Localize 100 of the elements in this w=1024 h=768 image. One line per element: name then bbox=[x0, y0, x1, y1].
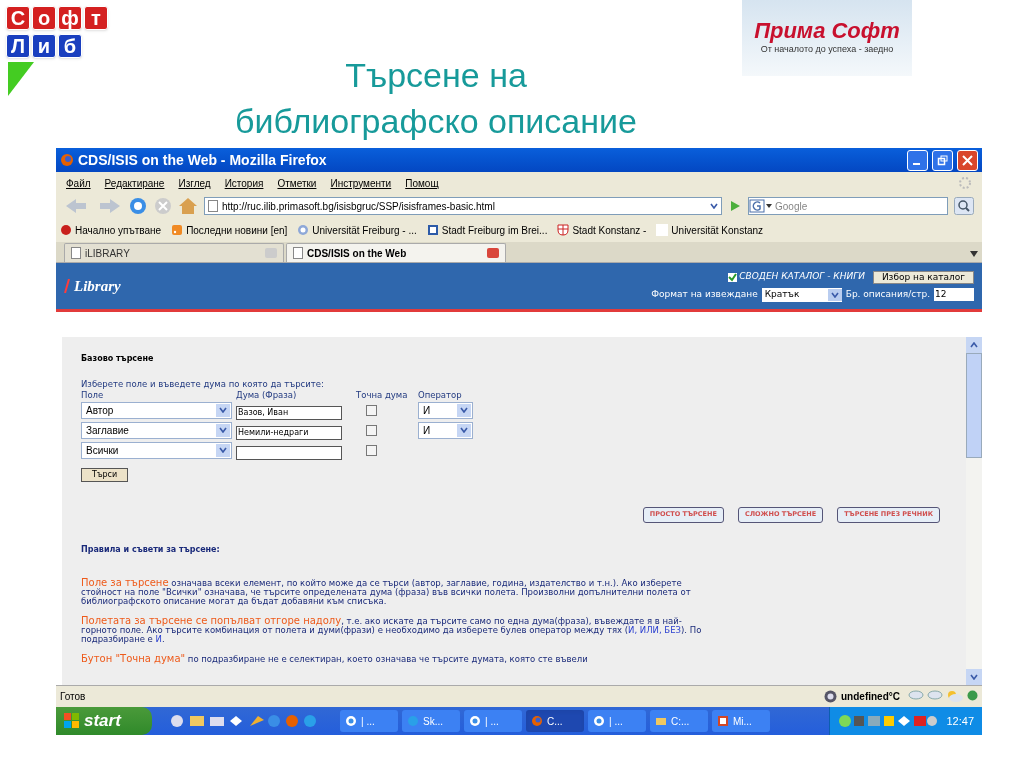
term-field[interactable]: Немили-недраги bbox=[236, 425, 342, 440]
operator-dropdown[interactable]: И bbox=[418, 401, 473, 419]
search-engine-icon[interactable] bbox=[749, 199, 773, 213]
page-icon bbox=[293, 247, 303, 259]
throbber-icon bbox=[958, 176, 972, 190]
cloud-icon bbox=[927, 690, 943, 700]
section-heading: Базово търсене bbox=[81, 353, 155, 365]
taskbar-button[interactable]: Sk... bbox=[402, 710, 460, 732]
restore-button[interactable] bbox=[932, 149, 953, 171]
operator-dropdown[interactable]: И bbox=[418, 421, 473, 439]
field-dropdown[interactable]: Автор bbox=[81, 401, 232, 419]
windows-logo-icon bbox=[64, 713, 80, 729]
rule-paragraph: Бутон "Точна дума" по подразбиране не е селектиран, което означава че търсите думата, която сте въвели bbox=[81, 654, 589, 664]
sun-cloud-icon bbox=[946, 690, 964, 703]
close-button[interactable] bbox=[957, 149, 978, 171]
taskbar-button[interactable]: | ... bbox=[340, 710, 398, 732]
count-field[interactable]: 12 bbox=[934, 288, 974, 302]
chevron-down-icon[interactable] bbox=[219, 447, 227, 453]
chevron-down-icon[interactable] bbox=[970, 674, 978, 680]
menu-item[interactable]: Помощ bbox=[405, 175, 439, 191]
taskbar-button[interactable]: | ... bbox=[464, 710, 522, 732]
firefox-icon bbox=[531, 715, 543, 727]
exact-checkbox[interactable] bbox=[366, 424, 377, 436]
tab-list-icon[interactable] bbox=[970, 251, 978, 257]
chevron-down-icon[interactable] bbox=[460, 427, 468, 433]
scrollbar[interactable] bbox=[966, 337, 982, 685]
menu-item[interactable]: Редактиране bbox=[104, 175, 165, 191]
start-button[interactable]: start bbox=[56, 707, 152, 735]
clock: 12:47 bbox=[946, 713, 974, 729]
page-icon bbox=[208, 200, 218, 212]
taskbar-button[interactable]: | ... bbox=[588, 710, 646, 732]
catalog-checkbox[interactable] bbox=[728, 272, 738, 282]
triangle-icon bbox=[6, 62, 34, 96]
catalog-button[interactable]: Избор на каталог bbox=[872, 270, 974, 284]
field-dropdown[interactable]: Заглавие bbox=[81, 421, 232, 439]
column-header: Поле bbox=[81, 390, 104, 400]
page-icon bbox=[426, 224, 439, 236]
count-label: Бр. описания/стр. bbox=[845, 288, 930, 301]
field-dropdown[interactable]: Всички bbox=[81, 441, 232, 459]
search-box[interactable]: Google bbox=[748, 197, 948, 215]
restore-icon bbox=[937, 154, 948, 166]
chevron-down-icon[interactable] bbox=[219, 427, 227, 433]
menu-item[interactable]: Отметки bbox=[277, 175, 317, 191]
slides-icon bbox=[717, 715, 729, 727]
window-title: CDS/ISIS on the Web - Mozilla Firefox bbox=[78, 150, 328, 170]
term-field[interactable] bbox=[236, 445, 342, 460]
taskbar-button[interactable]: C:... bbox=[650, 710, 708, 732]
globe-icon bbox=[967, 690, 978, 701]
column-header: Оператор bbox=[418, 390, 462, 400]
reload-icon[interactable] bbox=[128, 196, 148, 216]
cloud-icon bbox=[908, 690, 924, 700]
logo-letter: Л bbox=[6, 34, 30, 58]
bookmark-link[interactable]: Stadt Konstanz - bbox=[572, 222, 647, 238]
exact-checkbox[interactable] bbox=[366, 444, 377, 456]
rule-paragraph: Полетата за търсене се попълват отгоре надолу, т.е. ако искате да търсите само по една дума(фраза), въвеждате я в най-горното поле. Ако търсите комбинация от полета и думи(фрази) е необходимо да изберете булев оператор между тях (И, ИЛИ, БЕЗ). По подразбиране е И. bbox=[81, 616, 703, 644]
minimize-icon bbox=[912, 163, 920, 165]
slide-title: Търсене на bbox=[345, 55, 527, 96]
minimize-button[interactable] bbox=[907, 149, 928, 171]
format-dropdown[interactable]: Кратък bbox=[761, 287, 842, 302]
chevron-down-icon[interactable] bbox=[830, 291, 839, 298]
browser-tab[interactable]: iLIBRARY bbox=[64, 243, 284, 262]
search-icon[interactable] bbox=[954, 197, 974, 215]
menu-item[interactable]: Файл bbox=[66, 175, 91, 191]
catalog-name: СВОДЕН КАТАЛОГ - КНИГИ bbox=[739, 270, 865, 284]
chevron-up-icon[interactable] bbox=[970, 342, 978, 348]
bookmark-link[interactable]: Stadt Freiburg im Brei... bbox=[441, 222, 548, 238]
bookmark-link[interactable]: Последни новини [en] bbox=[186, 222, 288, 238]
browser-tab[interactable]: CDS/ISIS on the Web bbox=[286, 243, 506, 262]
tab-close-icon[interactable] bbox=[487, 248, 499, 258]
close-icon bbox=[962, 154, 973, 166]
menu-item[interactable]: История bbox=[224, 175, 264, 191]
search-button[interactable]: Търси bbox=[81, 468, 129, 482]
search-field[interactable]: Google bbox=[773, 198, 947, 214]
bookmark-link[interactable]: Начално упътване bbox=[75, 222, 162, 238]
bubble-icon bbox=[593, 715, 605, 727]
slash-icon bbox=[64, 279, 70, 293]
taskbar-button[interactable]: Mi... bbox=[712, 710, 770, 732]
rule-paragraph: Поле за търсене означава всеки елемент, по който може да се търси (автор, заглавие, година, издателство и т.н.). Ако изберете стойност на поле "Всички" означава, че търсите определената дума (фраза) във всички полета. Произволни допълнителни полета от библиографското описание могат да бъдат добавяни към списъка. bbox=[81, 578, 692, 606]
taskbar-button[interactable]: C... bbox=[526, 710, 584, 732]
chevron-down-icon[interactable] bbox=[460, 407, 468, 413]
library-logo: Library bbox=[74, 276, 122, 296]
seal-icon bbox=[297, 224, 310, 236]
exact-checkbox[interactable] bbox=[366, 404, 377, 416]
brand-tagline: От началото до успеха - заедно bbox=[760, 43, 894, 57]
weather-station-icon bbox=[824, 690, 837, 703]
logo-letter: б bbox=[58, 34, 82, 58]
chevron-down-icon[interactable] bbox=[219, 407, 227, 413]
bookmark-link[interactable]: Universität Freiburg - ... bbox=[312, 222, 417, 238]
skype-icon bbox=[407, 715, 419, 727]
go-icon[interactable] bbox=[728, 199, 742, 213]
address-bar[interactable]: http://ruc.ilib.primasoft.bg/isisbgruc/SSP/isisframes-basic.html bbox=[204, 197, 722, 215]
bookmark-link[interactable]: Universität Konstanz bbox=[671, 222, 764, 238]
term-field[interactable]: Вазов, Иван bbox=[236, 405, 342, 420]
menu-item[interactable]: Инструменти bbox=[330, 175, 392, 191]
shield-icon bbox=[557, 224, 570, 236]
tray-icons[interactable] bbox=[838, 714, 939, 728]
chevron-down-icon[interactable] bbox=[710, 203, 718, 209]
logo-letter: и bbox=[32, 34, 56, 58]
slide-title: библиографско описание bbox=[235, 101, 637, 142]
menu-item[interactable]: Изглед bbox=[178, 175, 211, 191]
